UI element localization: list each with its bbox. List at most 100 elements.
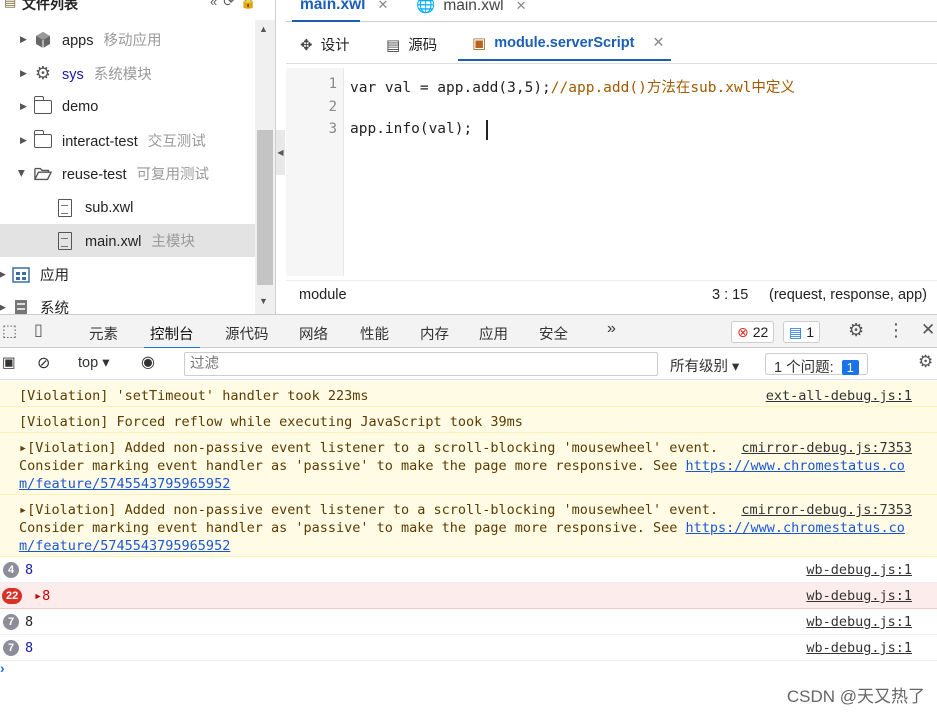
tab-security[interactable]: 安全: [539, 323, 568, 344]
doc-link[interactable]: https://www.chromestatus.co: [685, 458, 904, 474]
console-warning[interactable]: ▸[Violation] Added non-passive event lis…: [0, 495, 937, 557]
tab-memory[interactable]: 内存: [420, 323, 449, 344]
tab-console[interactable]: 控制台: [144, 323, 199, 349]
tab-elements[interactable]: 元素: [89, 323, 118, 344]
tree-item-system[interactable]: ▶ 系统: [0, 291, 255, 314]
source-link[interactable]: ext-all-debug.js:1: [766, 387, 912, 405]
expand-arrow-icon[interactable]: ▶: [0, 269, 6, 280]
doc-link[interactable]: m/feature/5745543795965952: [19, 476, 230, 492]
expand-arrow-icon[interactable]: ▶: [20, 34, 27, 45]
dropdown-arrow-icon: ▾: [102, 355, 110, 371]
message-count-badge[interactable]: ▤ 1: [783, 321, 821, 343]
code-line[interactable]: app.info(val);: [350, 121, 472, 137]
tree-item-sub-xwl[interactable]: sub.xwl: [0, 191, 255, 224]
scroll-up-icon[interactable]: ▲: [259, 24, 268, 34]
expand-arrow-icon[interactable]: ▶: [0, 302, 6, 313]
file-tab-main-xwl[interactable]: main.xwl ✕: [291, 0, 388, 22]
close-devtools-icon[interactable]: ✕: [921, 320, 935, 340]
script-file-icon: ▣: [472, 35, 487, 52]
tree-item-main-xwl[interactable]: main.xwl 主模块: [0, 224, 255, 257]
tab-design[interactable]: ✥ 设计: [300, 34, 350, 55]
log-level-dropdown[interactable]: 所有级别 ▾: [670, 355, 739, 376]
collapse-arrow-icon[interactable]: ▶: [16, 170, 27, 177]
tab-performance[interactable]: 性能: [360, 323, 389, 344]
tree-item-desc: 主模块: [151, 234, 195, 250]
source-link[interactable]: cmirror-debug.js:7353: [741, 439, 912, 457]
tab-label: 源码: [408, 38, 438, 54]
close-icon[interactable]: ✕: [652, 35, 664, 51]
console-warning[interactable]: ▸[Violation] Added non-passive event lis…: [0, 433, 937, 495]
console-prompt[interactable]: ›: [0, 660, 5, 676]
tab-network[interactable]: 网络: [299, 323, 328, 344]
warning-text: ▸[Violation] Added non-passive event lis…: [19, 502, 718, 518]
close-icon[interactable]: ✕: [377, 0, 388, 12]
tab-module-serverscript[interactable]: ▣ module.serverScript ✕: [458, 34, 671, 61]
code-editor[interactable]: 1 2 3 var val = app.add(3,5);//app.add()…: [286, 68, 937, 280]
scroll-down-icon[interactable]: ▼: [259, 296, 268, 306]
repeat-count-badge: 7: [3, 614, 19, 630]
source-link[interactable]: wb-debug.js:1: [806, 640, 912, 656]
expand-arrow-icon[interactable]: ▶: [20, 135, 27, 146]
source-link[interactable]: cmirror-debug.js:7353: [741, 501, 912, 519]
module-name: module: [299, 287, 347, 303]
tab-application[interactable]: 应用: [479, 323, 508, 344]
source-link[interactable]: wb-debug.js:1: [806, 588, 912, 604]
context-label: top: [78, 355, 99, 371]
doc-link[interactable]: https://www.chromestatus.co: [685, 520, 904, 536]
code-line[interactable]: var val = app.add(3,5);//app.add()方法在sub…: [350, 76, 795, 97]
inspect-element-icon[interactable]: ⬚: [2, 321, 17, 341]
close-icon[interactable]: ✕: [516, 0, 527, 13]
file-tree-panel: ▤ 文件列表 «⟳🔒 ▶ apps 移动应用 ▶ ⚙ sys 系统模块 ▶ demo…: [0, 0, 276, 314]
more-tabs-icon[interactable]: »: [607, 320, 616, 338]
console-settings-icon[interactable]: ⚙: [918, 352, 933, 372]
more-options-icon[interactable]: ⋮: [887, 320, 905, 341]
source-link[interactable]: wb-debug.js:1: [806, 614, 912, 630]
issues-button[interactable]: 1 个问题: 1: [765, 353, 868, 376]
file-icon: [56, 198, 74, 217]
filter-input[interactable]: [184, 352, 658, 376]
log-value: 8: [25, 614, 34, 630]
panel-collapse-handle[interactable]: ◀: [276, 130, 285, 175]
device-toggle-icon[interactable]: ▯: [34, 320, 43, 340]
expand-arrow-icon[interactable]: ▶: [20, 68, 27, 79]
console-log-row: 4 8 wb-debug.js:1: [0, 557, 937, 583]
tree-item-apps[interactable]: ▶ apps 移动应用: [0, 23, 255, 56]
source-doc-icon: ▤: [386, 36, 401, 54]
eye-icon[interactable]: ◉: [141, 352, 155, 372]
tab-source[interactable]: ▤ 源码: [386, 34, 437, 55]
tree-item-label: demo: [62, 98, 99, 115]
file-tab-main-xwl-2[interactable]: 🌐 main.xwl ✕: [416, 0, 527, 15]
tree-item-label: sub.xwl: [85, 199, 134, 216]
expand-arrow-icon[interactable]: ▶: [20, 101, 27, 112]
folder-open-icon: [34, 165, 52, 183]
tree-item-demo[interactable]: ▶ demo: [0, 90, 255, 123]
sidebar-toggle-icon[interactable]: ▣: [2, 355, 16, 371]
repeat-count-badge: 22: [2, 588, 23, 604]
tab-sources[interactable]: 源代码: [225, 323, 269, 344]
tree-scrollbar-thumb[interactable]: [257, 130, 273, 285]
console-error-row[interactable]: 22 ▸8 wb-debug.js:1: [0, 583, 937, 609]
line-number: 3: [328, 121, 337, 137]
doc-link[interactable]: m/feature/5745543795965952: [19, 538, 230, 554]
file-tab-label: main.xwl: [300, 0, 366, 13]
context-selector[interactable]: top ▾: [78, 355, 109, 371]
tree-header: ▤ 文件列表 «⟳🔒: [0, 0, 275, 16]
source-link[interactable]: wb-debug.js:1: [806, 562, 912, 578]
clear-console-icon[interactable]: ⊘: [37, 353, 50, 373]
tree-item-app[interactable]: ▶ 应用: [0, 258, 255, 291]
file-tab-bar: main.xwl ✕ 🌐 main.xwl ✕: [286, 0, 937, 22]
issues-count: 1: [841, 360, 859, 375]
message-icon: ▤: [789, 323, 803, 340]
gear-icon: ⚙: [34, 63, 52, 83]
tree-item-sys[interactable]: ▶ ⚙ sys 系统模块: [0, 57, 255, 90]
tree-item-reuse-test[interactable]: ▶ reuse-test 可复用测试: [0, 157, 255, 190]
editor-sub-tabs: ✥ 设计 ▤ 源码 ▣ module.serverScript ✕: [286, 22, 937, 64]
tree-tools[interactable]: «⟳🔒: [210, 0, 262, 10]
file-tab-label: main.xwl: [443, 0, 504, 14]
tree-item-label: interact-test: [62, 134, 138, 150]
cube-icon: [34, 31, 52, 49]
error-count-badge[interactable]: ⊗ 22: [731, 321, 775, 343]
tree-item-interact-test[interactable]: ▶ interact-test 交互测试: [0, 124, 255, 157]
tree-item-label: main.xwl: [85, 234, 142, 250]
settings-gear-icon[interactable]: ⚙: [848, 320, 864, 341]
